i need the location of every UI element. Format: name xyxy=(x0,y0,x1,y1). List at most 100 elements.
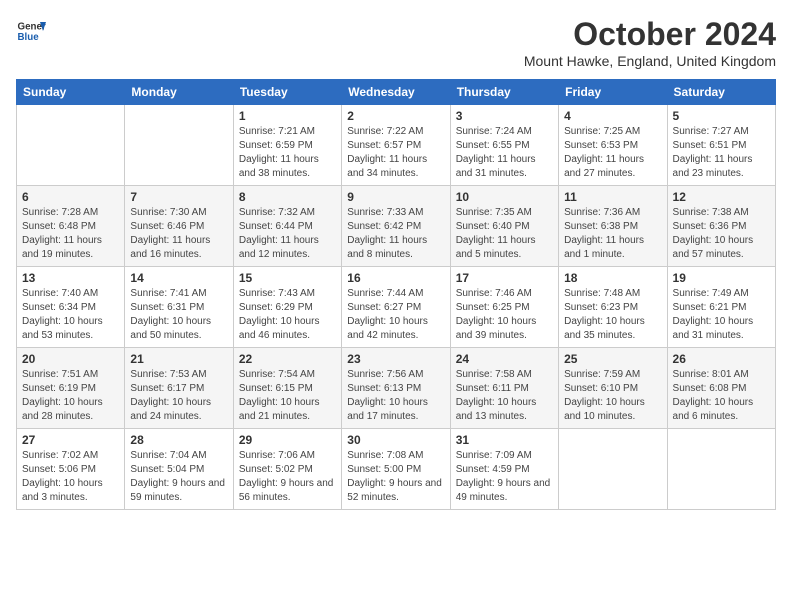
day-number: 27 xyxy=(22,433,119,447)
day-info: Sunrise: 7:08 AMSunset: 5:00 PMDaylight:… xyxy=(347,449,444,505)
svg-text:Blue: Blue xyxy=(18,32,40,43)
calendar-week-4: 20 Sunrise: 7:51 AMSunset: 6:19 PMDayligh… xyxy=(17,348,776,429)
day-number: 20 xyxy=(22,352,119,366)
calendar-cell: 15 Sunrise: 7:43 AMSunset: 6:29 PMDayligh… xyxy=(233,267,341,348)
logo-icon: General Blue xyxy=(16,16,46,46)
calendar-cell: 3Sunrise: 7:24 AMSunset: 6:55 PMDaylight… xyxy=(450,105,558,186)
day-info: Sunrise: 7:40 AMSunset: 6:34 PMDaylight:… xyxy=(22,287,119,343)
day-info: Sunrise: 7:43 AMSunset: 6:29 PMDaylight:… xyxy=(239,287,336,343)
day-number: 9 xyxy=(347,190,444,204)
calendar-cell: 31 Sunrise: 7:09 AMSunset: 4:59 PMDayligh… xyxy=(450,429,558,510)
calendar-cell: 7 Sunrise: 7:30 AMSunset: 6:46 PMDaylight… xyxy=(125,186,233,267)
day-number: 10 xyxy=(456,190,553,204)
calendar-cell: 26 Sunrise: 8:01 AMSunset: 6:08 PMDayligh… xyxy=(667,348,775,429)
calendar-cell: 28Sunrise: 7:04 AMSunset: 5:04 PMDayligh… xyxy=(125,429,233,510)
day-info: Sunrise: 7:06 AMSunset: 5:02 PMDaylight:… xyxy=(239,449,336,505)
weekday-header-sunday: Sunday xyxy=(17,80,125,105)
day-number: 1 xyxy=(239,109,336,123)
weekday-header-monday: Monday xyxy=(125,80,233,105)
calendar-cell: 5Sunrise: 7:27 AMSunset: 6:51 PMDaylight… xyxy=(667,105,775,186)
day-info: Sunrise: 7:46 AMSunset: 6:25 PMDaylight:… xyxy=(456,287,553,343)
day-number: 26 xyxy=(673,352,770,366)
day-info: Sunrise: 7:48 AMSunset: 6:23 PMDaylight:… xyxy=(564,287,661,343)
day-number: 25 xyxy=(564,352,661,366)
day-number: 31 xyxy=(456,433,553,447)
day-number: 12 xyxy=(673,190,770,204)
weekday-header-tuesday: Tuesday xyxy=(233,80,341,105)
day-info: Sunrise: 7:35 AMSunset: 6:40 PMDaylight:… xyxy=(456,206,553,262)
calendar-cell: 9 Sunrise: 7:33 AMSunset: 6:42 PMDaylight… xyxy=(342,186,450,267)
day-info: Sunrise: 7:56 AMSunset: 6:13 PMDaylight:… xyxy=(347,368,444,424)
day-info: Sunrise: 7:54 AMSunset: 6:15 PMDaylight:… xyxy=(239,368,336,424)
logo: General Blue xyxy=(16,16,46,46)
weekday-header-saturday: Saturday xyxy=(667,80,775,105)
calendar-cell: 4Sunrise: 7:25 AMSunset: 6:53 PMDaylight… xyxy=(559,105,667,186)
day-number: 15 xyxy=(239,271,336,285)
calendar-cell: 30 Sunrise: 7:08 AMSunset: 5:00 PMDayligh… xyxy=(342,429,450,510)
day-number: 19 xyxy=(673,271,770,285)
day-info: Sunrise: 7:02 AMSunset: 5:06 PMDaylight:… xyxy=(22,449,119,505)
title-block: October 2024 Mount Hawke, England, Unite… xyxy=(524,16,776,69)
day-info: Sunrise: 7:28 AMSunset: 6:48 PMDaylight:… xyxy=(22,206,119,262)
day-info: Sunrise: 7:38 AMSunset: 6:36 PMDaylight:… xyxy=(673,206,770,262)
day-info: Sunrise: 7:58 AMSunset: 6:11 PMDaylight:… xyxy=(456,368,553,424)
calendar-cell: 20 Sunrise: 7:51 AMSunset: 6:19 PMDayligh… xyxy=(17,348,125,429)
calendar-cell xyxy=(667,429,775,510)
location-subtitle: Mount Hawke, England, United Kingdom xyxy=(524,53,776,69)
day-number: 16 xyxy=(347,271,444,285)
day-number: 22 xyxy=(239,352,336,366)
day-info: Sunrise: 7:53 AMSunset: 6:17 PMDaylight:… xyxy=(130,368,227,424)
day-number: 29 xyxy=(239,433,336,447)
day-info: Sunrise: 8:01 AMSunset: 6:08 PMDaylight:… xyxy=(673,368,770,424)
calendar-cell: 21 Sunrise: 7:53 AMSunset: 6:17 PMDayligh… xyxy=(125,348,233,429)
calendar-week-1: 1 Sunrise: 7:21 AMSunset: 6:59 PMDaylight… xyxy=(17,105,776,186)
day-info: Sunrise: 7:49 AMSunset: 6:21 PMDaylight:… xyxy=(673,287,770,343)
day-number: 17 xyxy=(456,271,553,285)
day-number: 6 xyxy=(22,190,119,204)
day-info: Sunrise: 7:09 AMSunset: 4:59 PMDaylight:… xyxy=(456,449,553,505)
day-number: 8 xyxy=(239,190,336,204)
calendar-cell: 11Sunrise: 7:36 AMSunset: 6:38 PMDayligh… xyxy=(559,186,667,267)
calendar-cell: 10 Sunrise: 7:35 AMSunset: 6:40 PMDayligh… xyxy=(450,186,558,267)
calendar-cell: 25 Sunrise: 7:59 AMSunset: 6:10 PMDayligh… xyxy=(559,348,667,429)
day-number: 4 xyxy=(564,109,661,123)
calendar-cell xyxy=(17,105,125,186)
weekday-header-row: SundayMondayTuesdayWednesdayThursdayFrid… xyxy=(17,80,776,105)
calendar-cell: 17 Sunrise: 7:46 AMSunset: 6:25 PMDayligh… xyxy=(450,267,558,348)
day-info: Sunrise: 7:21 AMSunset: 6:59 PMDaylight:… xyxy=(239,125,336,181)
day-info: Sunrise: 7:59 AMSunset: 6:10 PMDaylight:… xyxy=(564,368,661,424)
day-info: Sunrise: 7:04 AMSunset: 5:04 PMDaylight:… xyxy=(130,449,227,505)
calendar-cell: 19 Sunrise: 7:49 AMSunset: 6:21 PMDayligh… xyxy=(667,267,775,348)
calendar-cell: 12 Sunrise: 7:38 AMSunset: 6:36 PMDayligh… xyxy=(667,186,775,267)
day-number: 13 xyxy=(22,271,119,285)
day-info: Sunrise: 7:30 AMSunset: 6:46 PMDaylight:… xyxy=(130,206,227,262)
day-number: 14 xyxy=(130,271,227,285)
calendar-week-2: 6 Sunrise: 7:28 AMSunset: 6:48 PMDaylight… xyxy=(17,186,776,267)
calendar-cell xyxy=(559,429,667,510)
day-info: Sunrise: 7:32 AMSunset: 6:44 PMDaylight:… xyxy=(239,206,336,262)
calendar-cell: 6 Sunrise: 7:28 AMSunset: 6:48 PMDaylight… xyxy=(17,186,125,267)
day-number: 7 xyxy=(130,190,227,204)
calendar-cell: 13 Sunrise: 7:40 AMSunset: 6:34 PMDayligh… xyxy=(17,267,125,348)
day-number: 24 xyxy=(456,352,553,366)
day-number: 3 xyxy=(456,109,553,123)
day-number: 30 xyxy=(347,433,444,447)
weekday-header-wednesday: Wednesday xyxy=(342,80,450,105)
calendar-cell: 27 Sunrise: 7:02 AMSunset: 5:06 PMDayligh… xyxy=(17,429,125,510)
calendar-cell: 8 Sunrise: 7:32 AMSunset: 6:44 PMDaylight… xyxy=(233,186,341,267)
calendar-cell: 29 Sunrise: 7:06 AMSunset: 5:02 PMDayligh… xyxy=(233,429,341,510)
calendar-table: SundayMondayTuesdayWednesdayThursdayFrid… xyxy=(16,79,776,510)
day-number: 21 xyxy=(130,352,227,366)
day-info: Sunrise: 7:51 AMSunset: 6:19 PMDaylight:… xyxy=(22,368,119,424)
page-header: General Blue October 2024 Mount Hawke, E… xyxy=(16,16,776,69)
day-info: Sunrise: 7:36 AMSunset: 6:38 PMDaylight:… xyxy=(564,206,661,262)
day-number: 2 xyxy=(347,109,444,123)
calendar-cell: 24 Sunrise: 7:58 AMSunset: 6:11 PMDayligh… xyxy=(450,348,558,429)
day-number: 23 xyxy=(347,352,444,366)
calendar-week-3: 13 Sunrise: 7:40 AMSunset: 6:34 PMDayligh… xyxy=(17,267,776,348)
day-info: Sunrise: 7:27 AMSunset: 6:51 PMDaylight:… xyxy=(673,125,770,181)
calendar-cell: 1 Sunrise: 7:21 AMSunset: 6:59 PMDaylight… xyxy=(233,105,341,186)
calendar-cell: 16Sunrise: 7:44 AMSunset: 6:27 PMDayligh… xyxy=(342,267,450,348)
day-info: Sunrise: 7:33 AMSunset: 6:42 PMDaylight:… xyxy=(347,206,444,262)
day-info: Sunrise: 7:41 AMSunset: 6:31 PMDaylight:… xyxy=(130,287,227,343)
